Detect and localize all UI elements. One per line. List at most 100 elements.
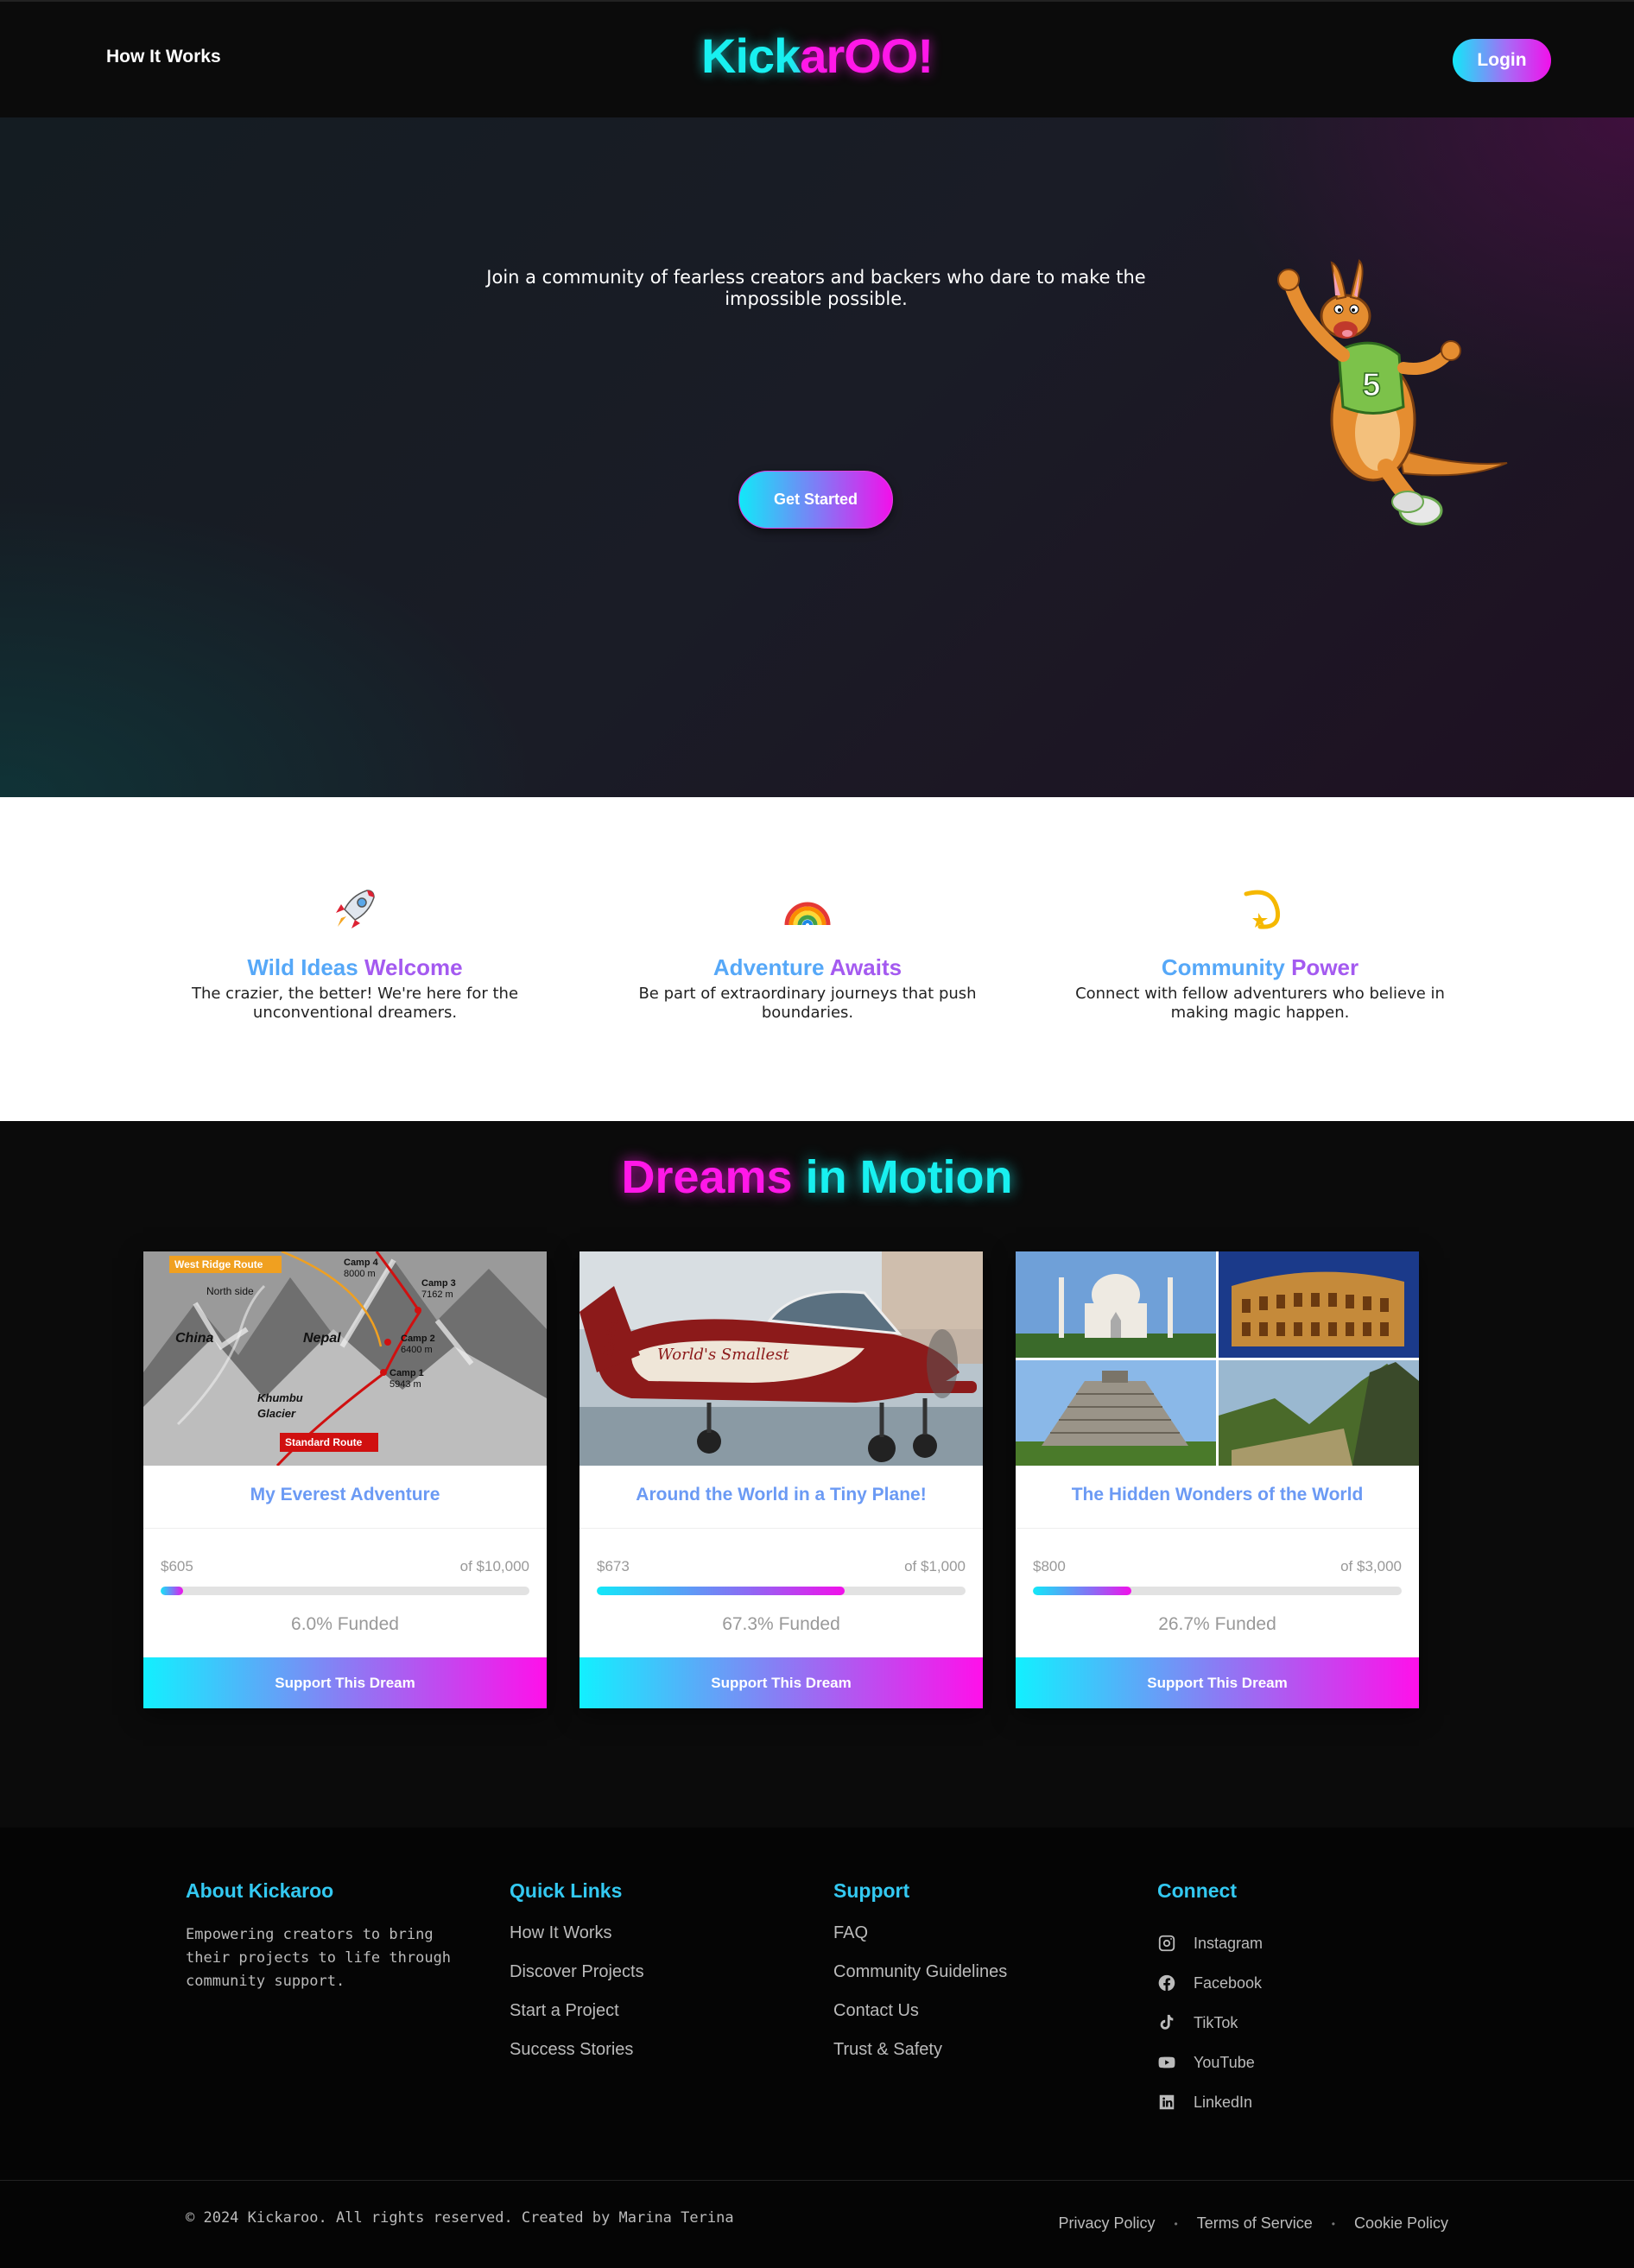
svg-text:7162 m: 7162 m [421,1289,453,1300]
social-instagram[interactable]: Instagram [1157,1923,1263,1963]
footer-heading: Support [833,1879,910,1902]
svg-text:China: China [175,1331,214,1346]
support-dream-button[interactable]: Support This Dream [1016,1657,1419,1708]
feature-adventure: Adventure Awaits Be part of extraordinar… [609,884,1006,1023]
social-label: YouTube [1194,2053,1255,2071]
copyright-text: © 2024 Kickaroo. All rights reserved. Cr… [186,2209,734,2227]
social-label: LinkedIn [1194,2093,1253,2111]
logo-part-cyan: Kick [701,29,801,83]
amount-raised: $800 [1033,1558,1066,1574]
mascot-jersey-number: 5 [1362,367,1380,403]
social-linkedin[interactable]: LinkedIn [1157,2082,1263,2122]
youtube-icon [1158,2056,1175,2068]
login-button[interactable]: Login [1453,39,1551,82]
social-label: Instagram [1194,1934,1264,1952]
footer-heading: Quick Links [510,1879,623,1902]
terms-of-service-link[interactable]: Terms of Service [1197,2214,1313,2233]
footer-link-trust-safety[interactable]: Trust & Safety [833,2040,1007,2079]
progress-fill [1033,1587,1131,1595]
progress-bar [597,1587,966,1595]
logo-part-magenta: arOO! [800,29,934,83]
card-title[interactable]: My Everest Adventure [143,1485,547,1505]
divider [143,1528,547,1529]
feature-text: The crazier, the better! We're here for … [191,985,519,1022]
feature-text: Connect with fellow adventurers who beli… [1075,985,1445,1022]
funded-percent: 26.7% Funded [1158,1614,1276,1634]
amount-raised: $673 [597,1558,630,1574]
footer-divider [0,2180,1634,2181]
support-dream-button[interactable]: Support This Dream [143,1657,547,1708]
progress-bar [1033,1587,1402,1595]
footer-heading: Connect [1157,1879,1237,1902]
svg-text:Camp 2: Camp 2 [401,1334,435,1344]
social-label: Facebook [1194,1973,1263,1992]
footer-link-faq[interactable]: FAQ [833,1923,1007,1962]
card-title[interactable]: The Hidden Wonders of the World [1016,1485,1419,1505]
hero-tagline: Join a community of fearless creators an… [486,267,1146,309]
footer-link-start-project[interactable]: Start a Project [510,2001,644,2040]
footer-support: Support FAQ Community Guidelines Contact… [833,1879,1007,2079]
footer-heading: About Kickaroo [186,1879,334,1902]
support-dream-button[interactable]: Support This Dream [580,1657,983,1708]
tiny-plane-image: World's Smallest N5SK [580,1251,983,1466]
progress-fill [161,1587,183,1595]
svg-text:West Ridge Route: West Ridge Route [174,1258,263,1270]
svg-text:Khumbu: Khumbu [257,1391,303,1404]
privacy-policy-link[interactable]: Privacy Policy [1058,2214,1155,2233]
social-tiktok[interactable]: TikTok [1157,2003,1263,2043]
divider [1016,1528,1419,1529]
svg-text:6400 m: 6400 m [401,1345,433,1355]
feature-wild-ideas: Wild Ideas Welcome The crazier, the bett… [156,884,554,1023]
svg-text:North side: North side [206,1285,254,1297]
rocket-icon [336,890,375,928]
project-card-hidden-wonders[interactable]: The Hidden Wonders of the World $800 of … [1016,1251,1419,1708]
about-text: Empowering creators to bring their proje… [186,1926,452,1990]
svg-text:5943 m: 5943 m [390,1379,421,1390]
get-started-button[interactable]: Get Started [738,471,893,529]
funding-goal: of $1,000 [904,1558,966,1574]
site-footer: About Kickaroo Empowering creators to br… [0,1828,1634,2268]
progress-fill [597,1587,846,1595]
separator-dot: • [1331,2217,1335,2230]
amount-raised: $605 [161,1558,193,1574]
svg-text:Nepal: Nepal [303,1331,341,1346]
legal-links: Privacy Policy • Terms of Service • Cook… [1058,2214,1448,2233]
footer-about: About Kickaroo Empowering creators to br… [186,1879,479,1993]
footer-quick-links: Quick Links How It Works Discover Projec… [510,1879,644,2079]
funded-percent: 6.0% Funded [291,1614,399,1634]
funding-goal: of $3,000 [1340,1558,1402,1574]
footer-link-contact-us[interactable]: Contact Us [833,2001,1007,2040]
features-section: Wild Ideas Welcome The crazier, the bett… [0,797,1634,1121]
funding-goal: of $10,000 [459,1558,529,1574]
progress-bar [161,1587,529,1595]
brand-logo[interactable]: KickarOO! [0,28,1634,84]
section-title: Dreams in Motion [621,1151,1013,1203]
cookie-policy-link[interactable]: Cookie Policy [1354,2214,1448,2233]
svg-text:8000 m: 8000 m [344,1269,376,1279]
project-card-everest[interactable]: West Ridge Route North side China Nepal … [143,1251,547,1708]
social-facebook[interactable]: Facebook [1157,1963,1263,2003]
divider [580,1528,983,1529]
instagram-icon [1158,1935,1175,1952]
feature-title: Wild Ideas Welcome [247,954,463,980]
card-title[interactable]: Around the World in a Tiny Plane! [580,1485,983,1505]
project-card-tiny-plane[interactable]: World's Smallest N5SK Around the World i… [580,1251,983,1708]
feature-title: Adventure Awaits [712,954,902,980]
feature-title: Community Power [1161,954,1359,980]
linkedin-icon [1159,2094,1175,2110]
footer-connect: Connect Instagram Facebook TikTok YouTub… [1157,1879,1263,2122]
footer-link-success-stories[interactable]: Success Stories [510,2040,644,2079]
feature-text: Be part of extraordinary journeys that p… [638,985,977,1022]
social-youtube[interactable]: YouTube [1157,2043,1263,2082]
footer-link-how-it-works[interactable]: How It Works [510,1923,644,1962]
footer-link-community-guidelines[interactable]: Community Guidelines [833,1962,1007,2001]
dreams-section: Dreams in Motion West Ridge Route North … [0,1121,1634,1828]
rainbow-icon [784,902,831,926]
everest-map-image: West Ridge Route North side China Nepal … [143,1251,547,1466]
tiktok-icon [1160,2014,1174,2030]
footer-link-discover-projects[interactable]: Discover Projects [510,1962,644,2001]
facebook-icon [1158,1974,1175,1992]
svg-text:World's Smallest: World's Smallest [657,1346,789,1364]
hero-section: Join a community of fearless creators an… [0,117,1634,797]
social-label: TikTok [1194,2013,1238,2031]
